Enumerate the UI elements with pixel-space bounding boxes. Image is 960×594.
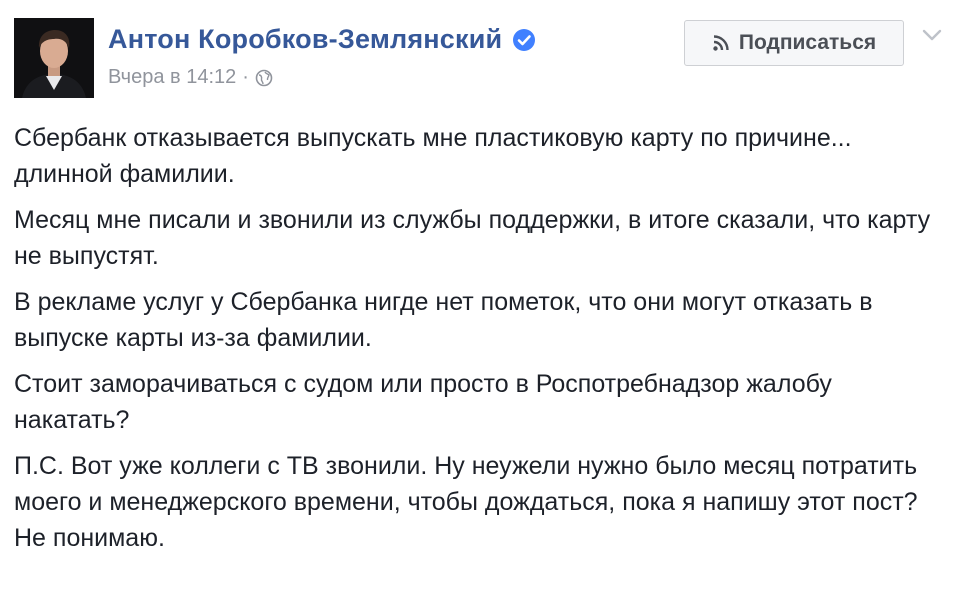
verified-badge-icon xyxy=(512,28,536,52)
globe-icon[interactable] xyxy=(255,69,273,87)
meta-separator: · xyxy=(242,66,249,88)
post-paragraph: Стоит заморачиваться с судом или просто … xyxy=(14,370,832,434)
post-header: Антон Коробков-Землянский Вчера в 14:12 … xyxy=(14,18,954,100)
author-name[interactable]: Антон Коробков-Землянский xyxy=(108,24,502,55)
author-name-link[interactable]: Антон Коробков-Землянский xyxy=(108,24,536,55)
post-paragraph: Сбербанк отказывается выпускать мне плас… xyxy=(14,124,852,188)
facebook-post: Антон Коробков-Землянский Вчера в 14:12 … xyxy=(0,0,960,594)
post-paragraph: В рекламе услуг у Сбербанка нигде нет по… xyxy=(14,288,873,352)
subscribe-label: Подписаться xyxy=(738,31,877,54)
rss-icon xyxy=(712,34,730,52)
post-paragraph: Месяц мне писали и звонили из службы под… xyxy=(14,206,931,270)
post-body: Сбербанк отказывается выпускать мне плас… xyxy=(14,120,949,566)
chevron-down-icon[interactable] xyxy=(922,28,942,42)
post-timestamp-link[interactable]: Вчера в 14:12 xyxy=(108,66,236,89)
avatar[interactable] xyxy=(14,18,94,98)
post-paragraph: П.С. Вот уже коллеги с ТВ звонили. Ну не… xyxy=(14,452,918,552)
post-meta: Вчера в 14:12 · xyxy=(108,66,273,89)
subscribe-button[interactable]: Подписаться xyxy=(684,20,904,66)
